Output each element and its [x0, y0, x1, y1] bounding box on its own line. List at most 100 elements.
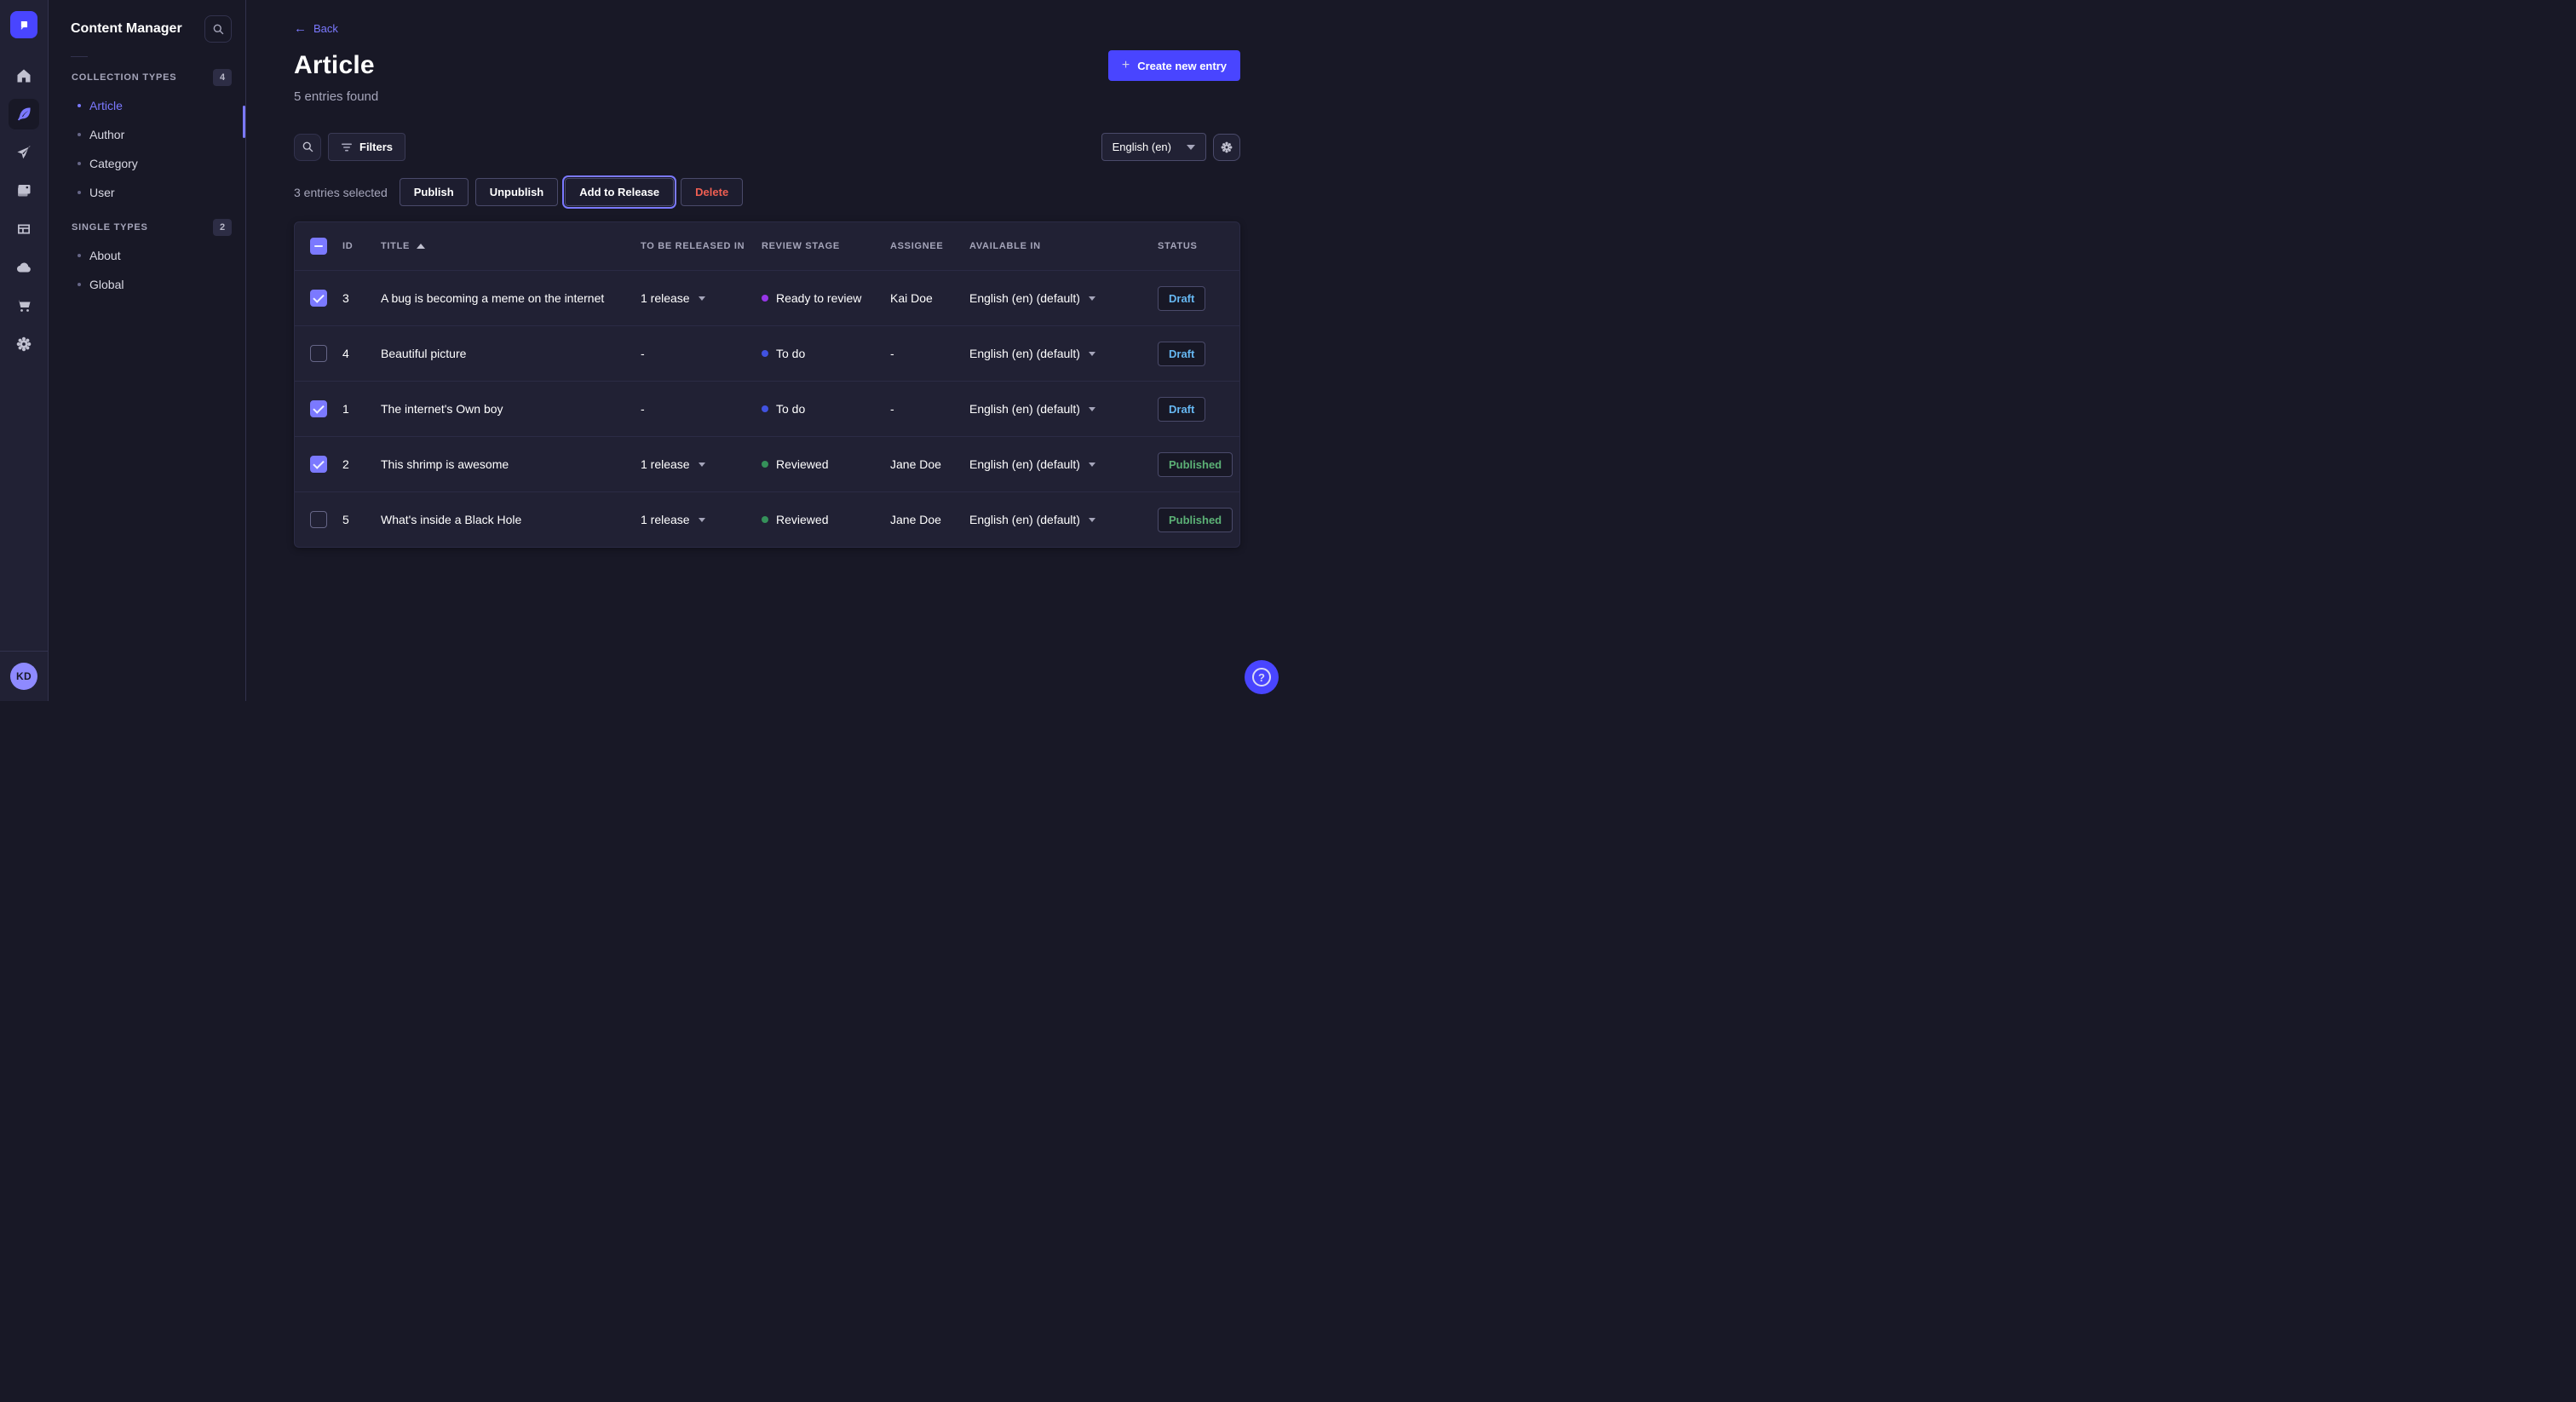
back-link[interactable]: ← Back [294, 22, 338, 35]
sidebar-item-label: Category [89, 157, 138, 170]
stage-label: Ready to review [776, 291, 861, 305]
sidebar-item-global[interactable]: Global [49, 270, 245, 299]
table-row[interactable]: 4 Beautiful picture - To do - English (e… [295, 325, 1239, 381]
sidebar-item-category[interactable]: Category [49, 149, 245, 178]
sidebar-item-article[interactable]: Article [49, 91, 245, 120]
view-settings-button[interactable] [1213, 134, 1240, 161]
row-locale-value: English (en) (default) [969, 347, 1080, 360]
content-manager-feather-icon[interactable] [9, 99, 39, 129]
collection-types-count: 4 [213, 69, 232, 86]
column-header-id[interactable]: ID [342, 241, 381, 251]
filters-button[interactable]: Filters [328, 133, 405, 161]
user-avatar[interactable]: KD [10, 663, 37, 690]
strapi-logo[interactable] [10, 11, 37, 38]
column-header-review-stage[interactable]: REVIEW STAGE [762, 241, 890, 251]
create-new-entry-button[interactable]: + Create new entry [1108, 50, 1240, 81]
bullet-icon [78, 133, 81, 136]
row-checkbox[interactable] [310, 290, 327, 307]
stage-dot-icon [762, 405, 768, 412]
chevron-down-icon [1089, 296, 1095, 301]
row-release-value: - [641, 347, 645, 360]
row-locale-dropdown[interactable]: English (en) (default) [969, 347, 1158, 360]
unpublish-button[interactable]: Unpublish [475, 178, 559, 206]
bullet-icon [78, 191, 81, 194]
select-all-checkbox[interactable] [310, 238, 327, 255]
row-id: 1 [342, 402, 381, 416]
content-manager-sidebar: Content Manager COLLECTION TYPES 4 Artic… [49, 0, 246, 701]
row-locale-value: English (en) (default) [969, 291, 1080, 305]
row-locale-dropdown[interactable]: English (en) (default) [969, 291, 1158, 305]
chevron-down-icon [699, 463, 705, 467]
column-header-assignee[interactable]: ASSIGNEE [890, 241, 969, 251]
main-nav-rail: KD [0, 0, 49, 701]
row-release-dropdown[interactable]: 1 release [641, 513, 762, 526]
search-icon [302, 141, 314, 153]
sidebar-item-about[interactable]: About [49, 241, 245, 270]
row-title: Beautiful picture [381, 347, 641, 360]
row-release-value: 1 release [641, 457, 690, 471]
column-header-available-in[interactable]: AVAILABLE IN [969, 241, 1158, 251]
locale-select[interactable]: English (en) [1101, 133, 1206, 161]
column-header-title-label: TITLE [381, 241, 410, 251]
stage-dot-icon [762, 350, 768, 357]
table-row[interactable]: 2 This shrimp is awesome 1 release Revie… [295, 436, 1239, 491]
row-assignee: Kai Doe [890, 291, 969, 305]
collection-types-section: COLLECTION TYPES 4 Article Author Catego… [49, 69, 245, 207]
home-icon[interactable] [9, 60, 39, 91]
table-row[interactable]: 1 The internet's Own boy - To do - Engli… [295, 381, 1239, 436]
content-type-builder-layout-icon[interactable] [9, 214, 39, 244]
chevron-down-icon [699, 518, 705, 522]
row-id: 3 [342, 291, 381, 305]
sidebar-item-label: User [89, 186, 115, 199]
sidebar-item-user[interactable]: User [49, 178, 245, 207]
table-row[interactable]: 5 What's inside a Black Hole 1 release R… [295, 491, 1239, 547]
row-release-dropdown[interactable]: 1 release [641, 291, 762, 305]
row-locale-dropdown[interactable]: English (en) (default) [969, 402, 1158, 416]
entries-count-subtitle: 5 entries found [294, 89, 1240, 104]
row-checkbox[interactable] [310, 345, 327, 362]
publish-button[interactable]: Publish [400, 178, 469, 206]
row-checkbox[interactable] [310, 456, 327, 473]
search-icon [212, 23, 225, 36]
media-library-images-icon[interactable] [9, 175, 39, 206]
status-badge: Draft [1158, 397, 1205, 422]
row-checkbox[interactable] [310, 511, 327, 528]
filter-lines-icon [341, 142, 353, 152]
row-release-dropdown[interactable]: - [641, 347, 762, 360]
status-badge: Published [1158, 508, 1233, 532]
sidebar-item-label: About [89, 249, 121, 262]
row-locale-value: English (en) (default) [969, 513, 1080, 526]
chevron-down-icon [1187, 145, 1195, 150]
create-button-label: Create new entry [1137, 60, 1227, 72]
sidebar-item-author[interactable]: Author [49, 120, 245, 149]
row-checkbox[interactable] [310, 400, 327, 417]
table-search-button[interactable] [294, 134, 321, 161]
row-title: This shrimp is awesome [381, 457, 641, 471]
row-locale-dropdown[interactable]: English (en) (default) [969, 513, 1158, 526]
stage-dot-icon [762, 461, 768, 468]
column-header-title[interactable]: TITLE [381, 241, 641, 251]
row-release-dropdown[interactable]: 1 release [641, 457, 762, 471]
delete-button[interactable]: Delete [681, 178, 743, 206]
help-button[interactable]: ? [1245, 660, 1279, 694]
deploy-cloud-icon[interactable] [9, 252, 39, 283]
marketplace-cart-icon[interactable] [9, 290, 39, 321]
releases-paper-plane-icon[interactable] [9, 137, 39, 168]
chevron-down-icon [1089, 407, 1095, 411]
locale-selected-value: English (en) [1113, 141, 1171, 153]
sidebar-search-button[interactable] [204, 15, 232, 43]
table-row[interactable]: 3 A bug is becoming a meme on the intern… [295, 270, 1239, 325]
column-header-status[interactable]: STATUS [1158, 241, 1239, 251]
settings-gear-icon[interactable] [9, 329, 39, 359]
row-release-dropdown[interactable]: - [641, 402, 762, 416]
stage-dot-icon [762, 295, 768, 302]
column-header-to-be-released-in[interactable]: TO BE RELEASED IN [641, 241, 762, 251]
rail-nav-items [9, 60, 39, 651]
page-title: Article [294, 51, 375, 80]
row-locale-dropdown[interactable]: English (en) (default) [969, 457, 1158, 471]
status-badge: Published [1158, 452, 1233, 477]
stage-label: To do [776, 347, 805, 360]
add-to-release-button[interactable]: Add to Release [565, 178, 674, 206]
sidebar-item-label: Article [89, 99, 123, 112]
table-header-row: ID TITLE TO BE RELEASED IN REVIEW STAGE … [295, 222, 1239, 270]
